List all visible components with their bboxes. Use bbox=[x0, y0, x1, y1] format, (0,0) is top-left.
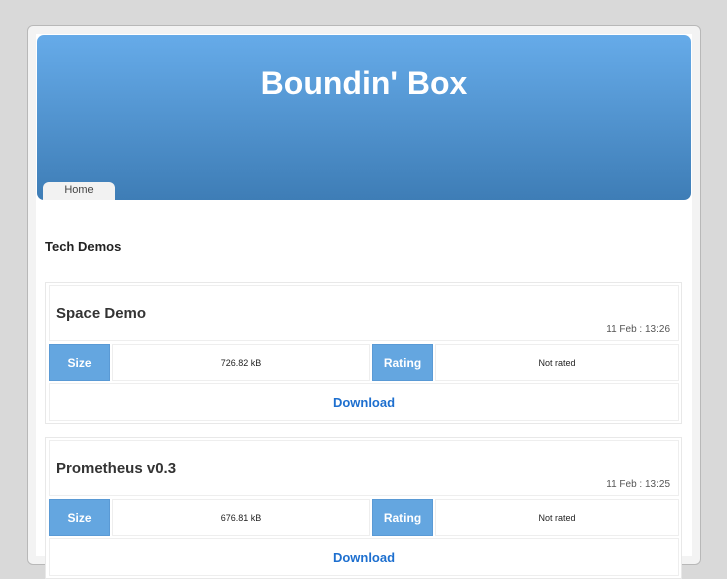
demo-date: 11 Feb : 13:25 bbox=[606, 479, 670, 490]
size-value: 676.81 kB bbox=[112, 499, 370, 536]
download-link[interactable]: Download bbox=[49, 383, 679, 421]
demo-card: Space Demo 11 Feb : 13:26 Size 726.82 kB… bbox=[45, 282, 682, 424]
rating-label: Rating bbox=[372, 499, 433, 536]
size-label: Size bbox=[49, 344, 110, 381]
demo-name: Space Demo bbox=[56, 305, 147, 322]
rating-value: Not rated bbox=[435, 344, 679, 381]
demo-date: 11 Feb : 13:26 bbox=[606, 324, 670, 335]
size-label: Size bbox=[49, 499, 110, 536]
section-title: Tech Demos bbox=[45, 239, 122, 254]
size-value: 726.82 kB bbox=[112, 344, 370, 381]
demo-name: Prometheus v0.3 bbox=[56, 460, 177, 477]
rating-label: Rating bbox=[372, 344, 433, 381]
demo-header: Space Demo 11 Feb : 13:26 bbox=[49, 285, 679, 341]
nav-tab-home[interactable]: Home bbox=[43, 182, 115, 200]
site-header: Boundin' Box Home bbox=[37, 35, 691, 200]
site-title: Boundin' Box bbox=[260, 65, 468, 101]
demo-header: Prometheus v0.3 11 Feb : 13:25 bbox=[49, 440, 679, 496]
download-link[interactable]: Download bbox=[49, 538, 679, 576]
rating-value: Not rated bbox=[435, 499, 679, 536]
demo-card: Prometheus v0.3 11 Feb : 13:25 Size 676.… bbox=[45, 437, 682, 579]
